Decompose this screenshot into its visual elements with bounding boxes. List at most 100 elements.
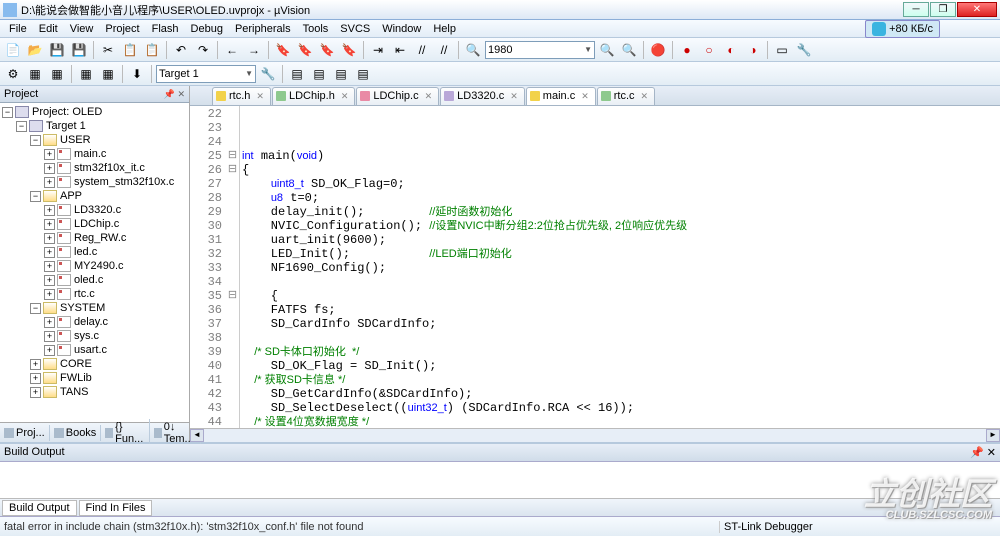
- bookmark-prev-icon[interactable]: 🔖: [317, 40, 337, 60]
- expander-icon[interactable]: +: [44, 261, 55, 272]
- tree-node[interactable]: −Project: OLED: [2, 105, 187, 119]
- save-icon[interactable]: 💾: [47, 40, 67, 60]
- expander-icon[interactable]: +: [44, 149, 55, 160]
- tree-node[interactable]: −SYSTEM: [2, 301, 187, 315]
- expander-icon[interactable]: +: [44, 289, 55, 300]
- close-tab-icon[interactable]: ✕: [581, 91, 589, 102]
- bookmark-icon[interactable]: 🔖: [273, 40, 293, 60]
- expander-icon[interactable]: −: [16, 121, 27, 132]
- comment-icon[interactable]: //: [412, 40, 432, 60]
- breakpoint3-icon[interactable]: ◐: [721, 40, 741, 60]
- tree-node[interactable]: +system_stm32f10x.c: [2, 175, 187, 189]
- manage-icon[interactable]: ▤: [287, 64, 307, 84]
- editor-tab[interactable]: LDChip.h✕: [272, 87, 355, 105]
- expander-icon[interactable]: +: [44, 247, 55, 258]
- editor-hscroll[interactable]: ◄ ►: [190, 428, 1000, 442]
- build-output-text[interactable]: [0, 462, 1000, 498]
- tree-node[interactable]: +LD3320.c: [2, 203, 187, 217]
- expander-icon[interactable]: +: [44, 233, 55, 244]
- save-all-icon[interactable]: 💾: [69, 40, 89, 60]
- code-body[interactable]: int main(void) { uint8_t SD_OK_Flag=0; u…: [240, 106, 1000, 428]
- options-icon[interactable]: 🔧: [258, 64, 278, 84]
- window-icon[interactable]: ▭: [772, 40, 792, 60]
- batch-icon[interactable]: ▦: [76, 64, 96, 84]
- translate-icon[interactable]: ⚙: [3, 64, 23, 84]
- nav-back-icon[interactable]: ←: [222, 40, 242, 60]
- menu-svcs[interactable]: SVCS: [334, 21, 376, 37]
- outdent-icon[interactable]: ⇤: [390, 40, 410, 60]
- cut-icon[interactable]: ✂: [98, 40, 118, 60]
- close-tab-icon[interactable]: ✕: [641, 91, 649, 102]
- menu-tools[interactable]: Tools: [297, 21, 335, 37]
- editor-tab[interactable]: rtc.c✕: [597, 87, 655, 105]
- expander-icon[interactable]: +: [30, 373, 41, 384]
- indent-icon[interactable]: ⇥: [368, 40, 388, 60]
- code-editor[interactable]: 22 23 24 25 26 27 28 29 30 31 32 33 34 3…: [190, 106, 1000, 428]
- manage3-icon[interactable]: ▤: [331, 64, 351, 84]
- manage2-icon[interactable]: ▤: [309, 64, 329, 84]
- tree-node[interactable]: +main.c: [2, 147, 187, 161]
- close-tab-icon[interactable]: ✕: [425, 91, 433, 102]
- close-tab-icon[interactable]: ✕: [510, 91, 518, 102]
- tree-node[interactable]: +usart.c: [2, 343, 187, 357]
- expander-icon[interactable]: +: [30, 387, 41, 398]
- stop-build-icon[interactable]: ▦: [98, 64, 118, 84]
- scroll-right-icon[interactable]: ►: [986, 429, 1000, 442]
- expander-icon[interactable]: −: [30, 303, 41, 314]
- breakpoint2-icon[interactable]: ○: [699, 40, 719, 60]
- find-icon[interactable]: 🔍: [463, 40, 483, 60]
- pin-icon[interactable]: 📌 ✕: [970, 446, 996, 459]
- redo-icon[interactable]: ↷: [193, 40, 213, 60]
- tree-node[interactable]: +MY2490.c: [2, 259, 187, 273]
- minimize-button[interactable]: ─: [903, 2, 929, 17]
- tree-node[interactable]: +delay.c: [2, 315, 187, 329]
- expander-icon[interactable]: +: [44, 163, 55, 174]
- tree-node[interactable]: −Target 1: [2, 119, 187, 133]
- undo-icon[interactable]: ↶: [171, 40, 191, 60]
- tree-node[interactable]: +stm32f10x_it.c: [2, 161, 187, 175]
- paste-icon[interactable]: 📋: [142, 40, 162, 60]
- find-files-icon[interactable]: 🔍: [619, 40, 639, 60]
- tree-node[interactable]: +sys.c: [2, 329, 187, 343]
- uncomment-icon[interactable]: //: [434, 40, 454, 60]
- target-combo[interactable]: Target 1▼: [156, 65, 256, 83]
- expander-icon[interactable]: −: [2, 107, 13, 118]
- manage4-icon[interactable]: ▤: [353, 64, 373, 84]
- tree-node[interactable]: +led.c: [2, 245, 187, 259]
- download-badge[interactable]: +80 КБ/с: [865, 20, 940, 38]
- bookmark-clear-icon[interactable]: 🔖: [339, 40, 359, 60]
- download-icon[interactable]: ⬇: [127, 64, 147, 84]
- scroll-left-icon[interactable]: ◄: [190, 429, 204, 442]
- expander-icon[interactable]: +: [44, 205, 55, 216]
- expander-icon[interactable]: +: [44, 177, 55, 188]
- new-file-icon[interactable]: 📄: [3, 40, 23, 60]
- editor-tab[interactable]: LD3320.c✕: [440, 87, 525, 105]
- menu-window[interactable]: Window: [376, 21, 427, 37]
- menu-peripherals[interactable]: Peripherals: [229, 21, 297, 37]
- bookmark-next-icon[interactable]: 🔖: [295, 40, 315, 60]
- editor-tab[interactable]: rtc.h✕: [212, 87, 271, 105]
- tree-node[interactable]: +Reg_RW.c: [2, 231, 187, 245]
- tree-node[interactable]: −USER: [2, 133, 187, 147]
- menu-edit[interactable]: Edit: [33, 21, 64, 37]
- open-file-icon[interactable]: 📂: [25, 40, 45, 60]
- build-icon[interactable]: ▦: [25, 64, 45, 84]
- tab-build-output[interactable]: Build Output: [2, 500, 77, 516]
- expander-icon[interactable]: +: [44, 317, 55, 328]
- close-button[interactable]: ✕: [957, 2, 997, 17]
- tab-books[interactable]: Books: [50, 425, 102, 441]
- fold-gutter[interactable]: ⊟⊟⊟: [226, 106, 240, 428]
- expander-icon[interactable]: −: [30, 191, 41, 202]
- menu-view[interactable]: View: [64, 21, 100, 37]
- menu-debug[interactable]: Debug: [185, 21, 229, 37]
- tree-node[interactable]: +oled.c: [2, 273, 187, 287]
- tree-node[interactable]: +LDChip.c: [2, 217, 187, 231]
- breakpoint-icon[interactable]: ●: [677, 40, 697, 60]
- rebuild-icon[interactable]: ▦: [47, 64, 67, 84]
- tree-node[interactable]: +CORE: [2, 357, 187, 371]
- expander-icon[interactable]: +: [44, 331, 55, 342]
- maximize-button[interactable]: ❐: [930, 2, 956, 17]
- copy-icon[interactable]: 📋: [120, 40, 140, 60]
- tree-node[interactable]: +rtc.c: [2, 287, 187, 301]
- editor-tab[interactable]: LDChip.c✕: [356, 87, 439, 105]
